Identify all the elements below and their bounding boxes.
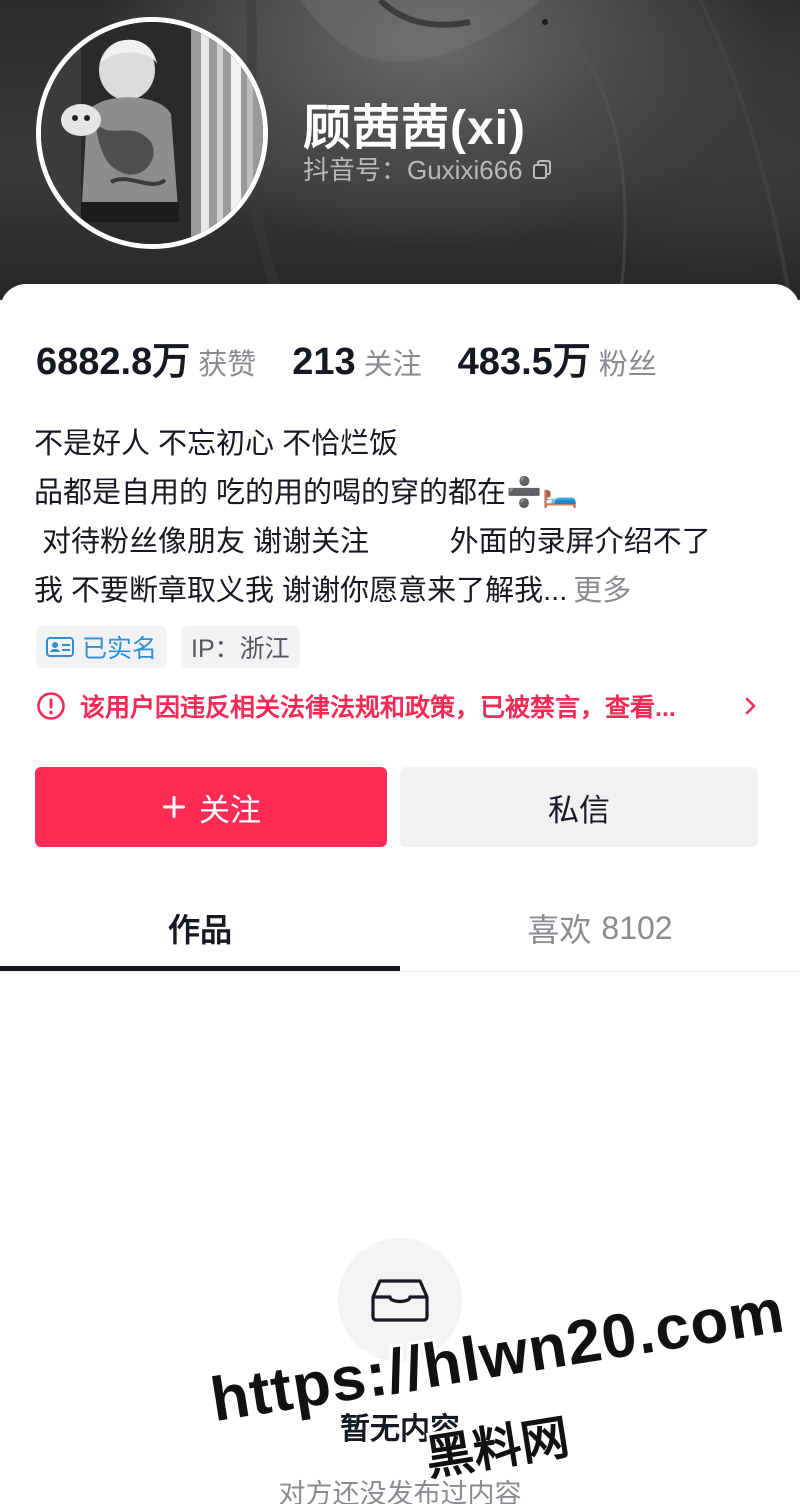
ban-notice[interactable]: 该用户因违反相关法律法规和政策，已被禁言，查看...: [36, 686, 760, 726]
profile-card: 6882.8万 获赞 213 关注 483.5万 粉丝 不是好人 不忘初心 不恰…: [0, 284, 800, 1504]
stat-value: 6882.8万: [36, 341, 191, 383]
stat-following[interactable]: 213 关注: [292, 341, 421, 384]
avatar[interactable]: [36, 17, 268, 249]
tab-likes-label: 喜欢: [527, 912, 592, 948]
stat-likes: 6882.8万 获赞: [36, 330, 256, 385]
tab-likes-count: 8102: [601, 909, 673, 946]
tab-likes[interactable]: 喜欢 8102: [400, 884, 800, 972]
bio-more-link[interactable]: 更多: [573, 575, 631, 607]
empty-state-subtitle: 对方还没发布过内容: [278, 1479, 522, 1504]
active-tab-indicator: [0, 966, 400, 971]
copy-icon[interactable]: [531, 158, 553, 180]
bio-line: 品都是自用的 吃的用的喝的穿的都在➗🛏️: [34, 477, 579, 509]
message-label: 私信: [548, 792, 610, 828]
plus-icon: [163, 796, 185, 818]
stats-row: 6882.8万 获赞 213 关注 483.5万 粉丝: [36, 330, 693, 385]
bio-line: 对待粉丝像朋友 谢谢关注 外面的录屏介绍不了: [34, 526, 711, 558]
follow-button[interactable]: 关注: [35, 767, 387, 847]
bio[interactable]: 不是好人 不忘初心 不恰烂饭 品都是自用的 吃的用的喝的穿的都在➗🛏️ 对待粉丝…: [34, 420, 774, 616]
tab-works-label: 作品: [167, 912, 232, 948]
tags-row: 已实名 IP：浙江: [36, 626, 314, 668]
bio-line: 不是好人 不忘初心 不恰烂饭: [34, 428, 399, 460]
douyin-id[interactable]: 抖音号：Guxixi666: [303, 150, 553, 187]
ban-notice-text: 该用户因违反相关法律法规和政策，已被禁言，查看...: [80, 694, 676, 722]
verified-tag[interactable]: 已实名: [36, 626, 168, 668]
stat-followers[interactable]: 483.5万 粉丝: [458, 330, 657, 385]
nickname: 顾茜茜(xi): [303, 102, 527, 155]
alert-icon: [37, 692, 65, 720]
stat-value: 483.5万: [457, 341, 591, 383]
stat-label: 关注: [363, 349, 422, 381]
stat-label: 获赞: [198, 349, 257, 381]
empty-state-title: 暂无内容: [340, 1413, 460, 1446]
stat-value: 213: [292, 341, 356, 383]
empty-state-icon-wrap: [338, 1238, 462, 1362]
ip-label: IP：浙江: [191, 635, 290, 663]
profile-cover: 顾茜茜(xi) 抖音号：Guxixi666: [0, 0, 800, 300]
chevron-right-icon: [745, 697, 756, 715]
bio-line-text: 我 不要断章取义我 谢谢你愿意来了解我...: [34, 575, 568, 607]
message-button[interactable]: 私信: [400, 767, 758, 847]
verified-label: 已实名: [82, 635, 158, 663]
ip-tag: IP：浙江: [181, 626, 300, 668]
avatar-photo: [41, 22, 263, 244]
bio-line-last: 我 不要断章取义我 谢谢你愿意来了解我... 更多: [34, 567, 774, 616]
tab-works[interactable]: 作品: [0, 884, 400, 972]
douyin-id-text: 抖音号：Guxixi666: [303, 155, 523, 185]
follow-label: 关注: [199, 792, 261, 828]
inbox-icon: [371, 1279, 429, 1322]
content-tabs: 作品 喜欢 8102: [0, 884, 800, 972]
stat-label: 粉丝: [598, 349, 657, 381]
id-card-icon: [46, 637, 74, 657]
